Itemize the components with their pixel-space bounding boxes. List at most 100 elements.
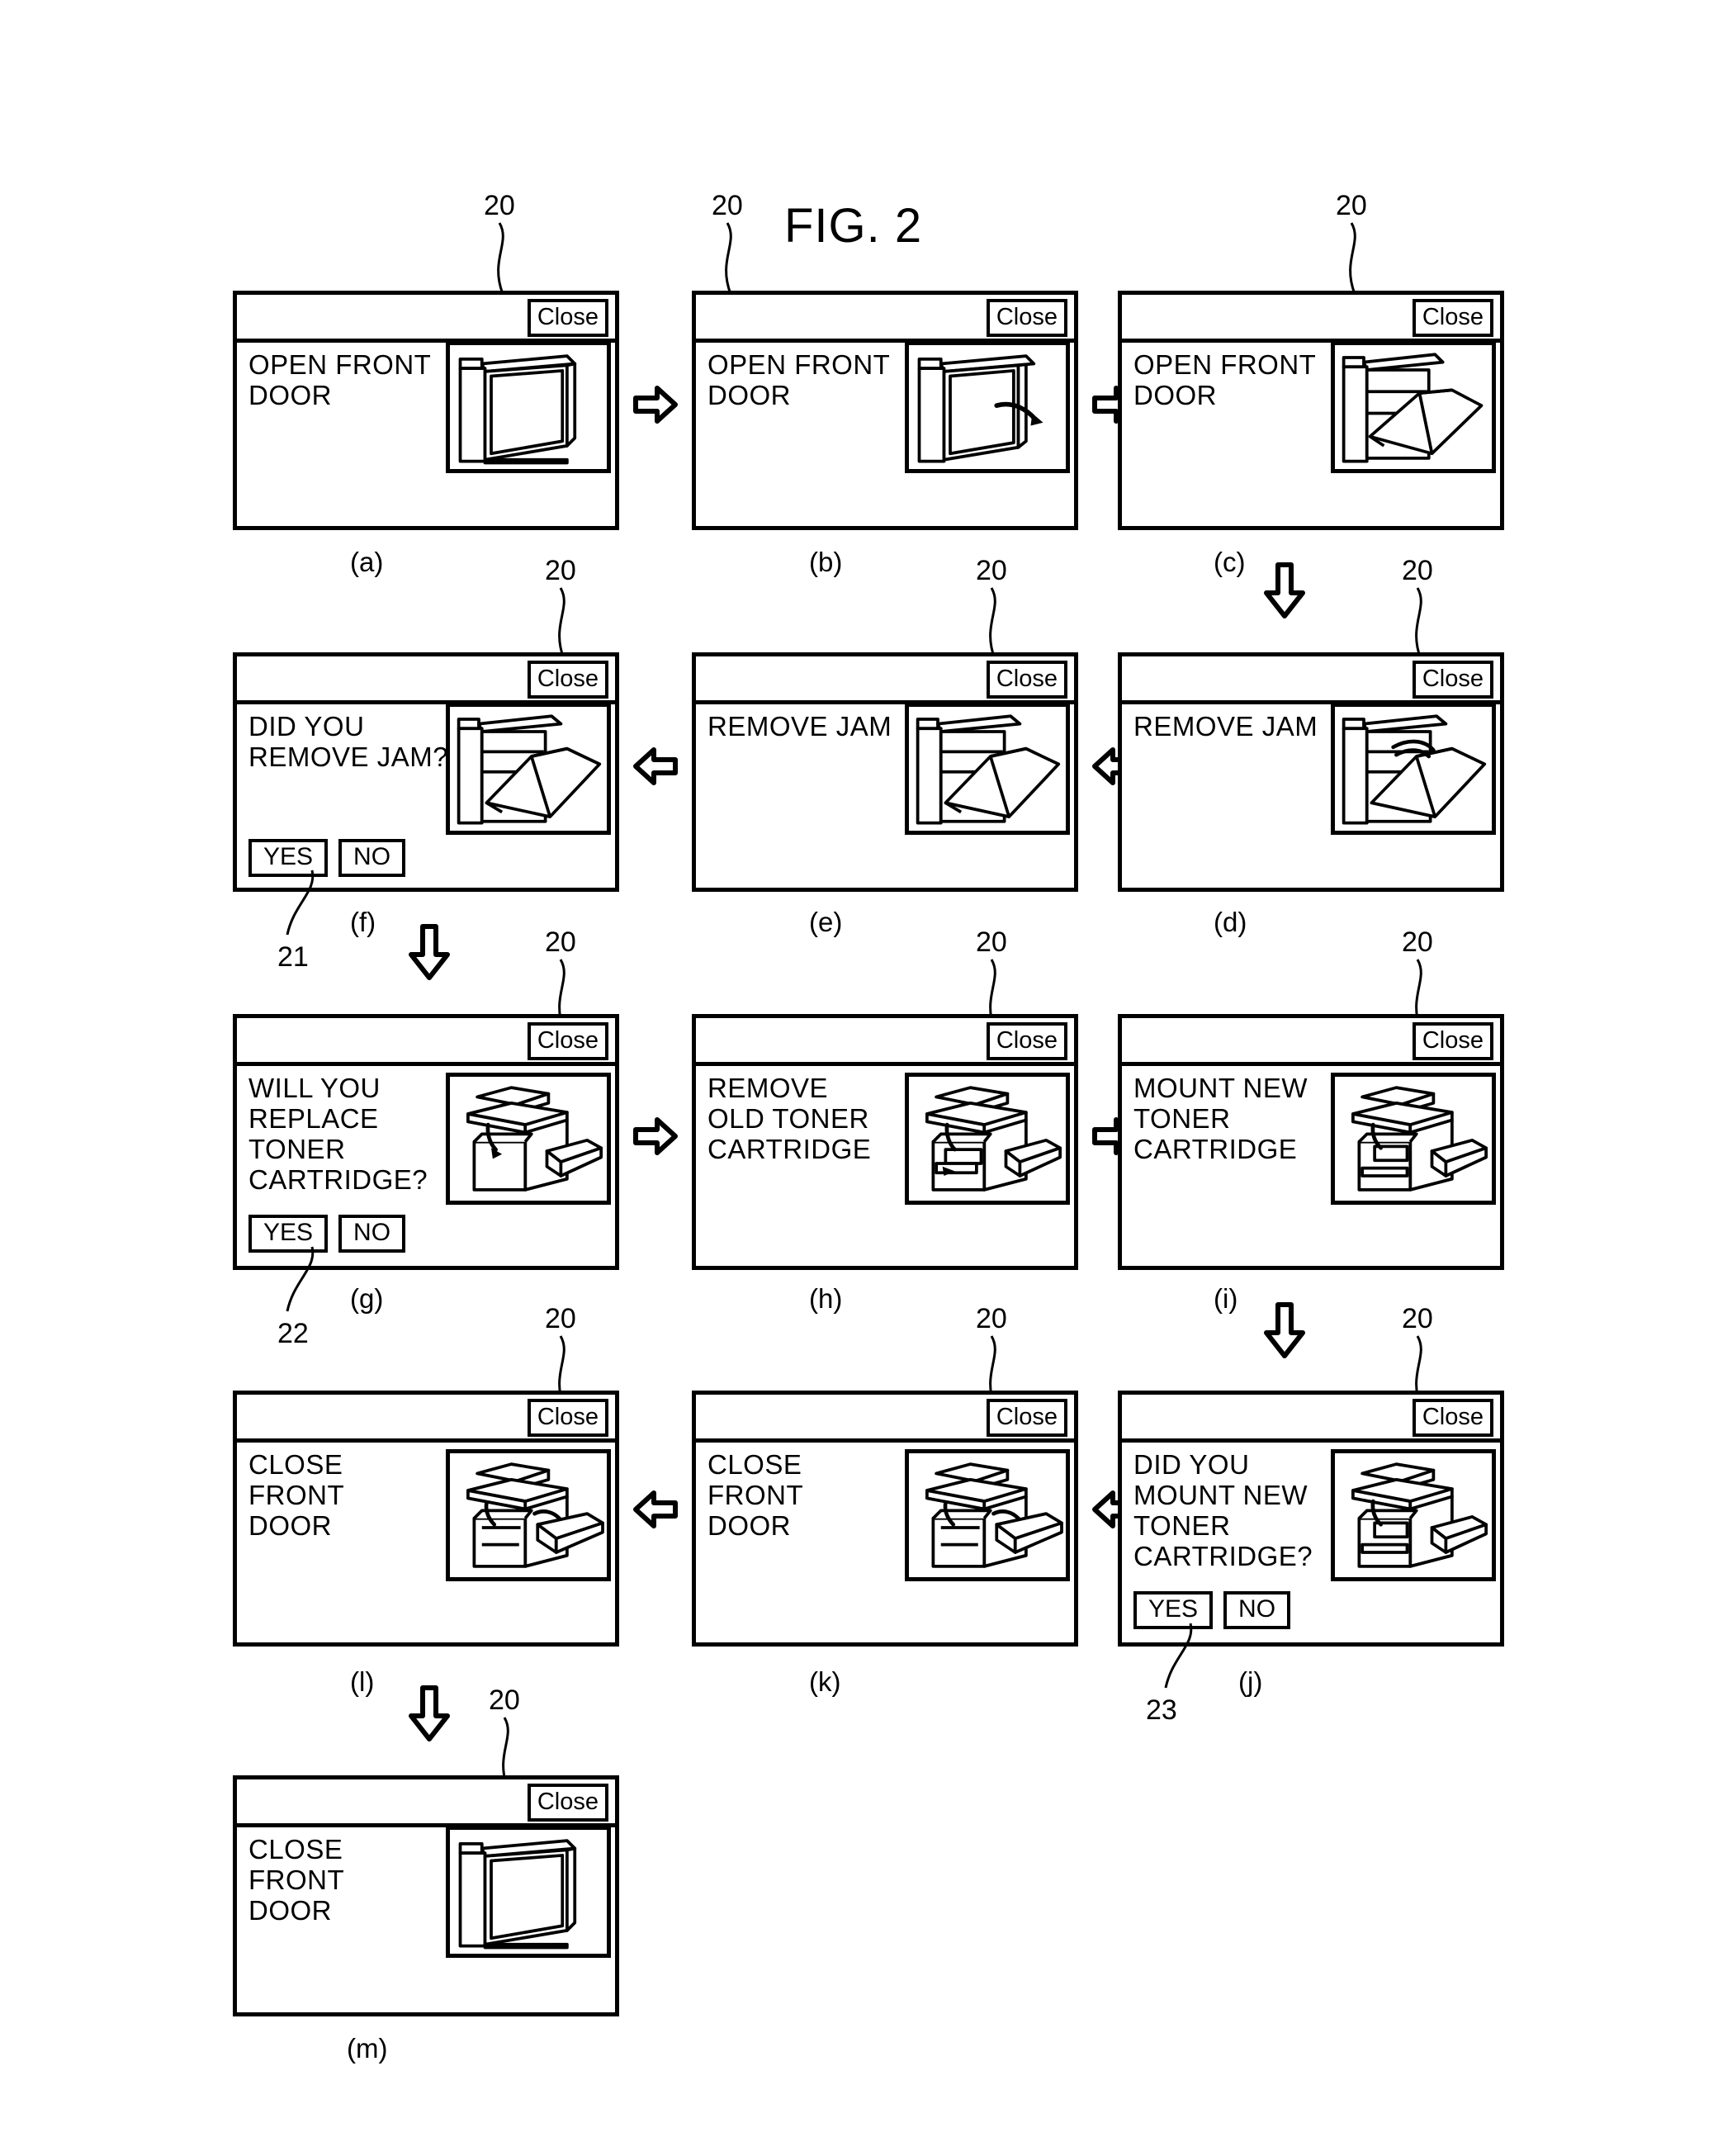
no-button-g[interactable]: NO	[338, 1215, 406, 1253]
yes-button-j[interactable]: YES	[1133, 1591, 1214, 1629]
printer-illustration-h	[905, 1073, 1070, 1205]
dialog-panel-j[interactable]: Close DID YOU MOUNT NEW TONER CARTRIDGE?…	[1118, 1391, 1504, 1647]
printer-illustration-b	[905, 341, 1070, 473]
panel-header-e: Close	[696, 656, 1074, 704]
no-button-f[interactable]: NO	[338, 839, 406, 877]
yes-button-g[interactable]: YES	[248, 1215, 329, 1253]
close-button-k[interactable]: Close	[986, 1399, 1067, 1437]
printer-illustration-l	[446, 1449, 611, 1581]
panel-body-a: OPEN FRONT DOOR	[237, 341, 615, 526]
instruction-text-j: DID YOU MOUNT NEW TONER CARTRIDGE?	[1133, 1449, 1313, 1571]
close-button-h[interactable]: Close	[986, 1022, 1067, 1060]
leader-line-20-e	[989, 587, 996, 660]
panel-body-i: MOUNT NEW TONER CARTRIDGE	[1122, 1066, 1500, 1266]
instruction-text-d: REMOVE JAM	[1133, 711, 1318, 742]
dialog-panel-f[interactable]: Close DID YOU REMOVE JAM? YES NO	[233, 652, 619, 892]
reference-numeral-20-e: 20	[976, 555, 1007, 586]
arrow-k-to-l	[632, 1486, 679, 1533]
yesno-group-g: YES NO	[248, 1215, 406, 1253]
no-button-j[interactable]: NO	[1223, 1591, 1291, 1629]
panel-body-f: DID YOU REMOVE JAM? YES NO	[237, 703, 615, 888]
panel-body-b: OPEN FRONT DOOR	[696, 341, 1074, 526]
instruction-text-g: WILL YOU REPLACE TONER CARTRIDGE?	[248, 1073, 428, 1195]
panel-caption-l: (l)	[350, 1666, 375, 1697]
leader-line-20-c	[1349, 222, 1356, 295]
printer-illustration-d	[1331, 703, 1496, 835]
panel-header-l: Close	[237, 1395, 615, 1443]
arrow-c-to-d	[1261, 562, 1308, 621]
close-button-b[interactable]: Close	[986, 299, 1067, 337]
panel-caption-h: (h)	[809, 1283, 843, 1314]
panel-body-m: CLOSE FRONT DOOR	[237, 1826, 615, 2012]
close-button-d[interactable]: Close	[1412, 661, 1493, 699]
reference-numeral-20-m: 20	[489, 1685, 520, 1716]
panel-body-e: REMOVE JAM	[696, 703, 1074, 888]
panel-header-m: Close	[237, 1779, 615, 1827]
instruction-text-f: DID YOU REMOVE JAM?	[248, 711, 449, 772]
panel-body-l: CLOSE FRONT DOOR	[237, 1443, 615, 1642]
leader-line-20-a	[497, 222, 504, 295]
instruction-text-m: CLOSE FRONT DOOR	[248, 1834, 345, 1926]
reference-numeral-21: 21	[277, 941, 309, 973]
dialog-panel-l[interactable]: Close CLOSE FRONT DOOR	[233, 1391, 619, 1647]
panel-header-k: Close	[696, 1395, 1074, 1443]
close-button-j[interactable]: Close	[1412, 1399, 1493, 1437]
close-button-m[interactable]: Close	[527, 1784, 608, 1822]
panel-caption-b: (b)	[809, 547, 843, 577]
panel-body-k: CLOSE FRONT DOOR	[696, 1443, 1074, 1642]
reference-numeral-20-j: 20	[1402, 1303, 1433, 1334]
panel-caption-g: (g)	[350, 1283, 384, 1314]
arrow-a-to-b	[632, 381, 679, 428]
reference-numeral-20-k: 20	[976, 1303, 1007, 1334]
close-button-a[interactable]: Close	[527, 299, 608, 337]
dialog-panel-a[interactable]: Close OPEN FRONT DOOR	[233, 291, 619, 530]
panel-header-b: Close	[696, 295, 1074, 343]
panel-caption-a: (a)	[350, 547, 384, 577]
panel-caption-k: (k)	[809, 1666, 841, 1697]
arrow-e-to-f	[632, 743, 679, 789]
panel-caption-f: (f)	[350, 907, 376, 937]
dialog-panel-i[interactable]: Close MOUNT NEW TONER CARTRIDGE	[1118, 1014, 1504, 1270]
dialog-panel-c[interactable]: Close OPEN FRONT DOOR	[1118, 291, 1504, 530]
printer-illustration-i	[1331, 1073, 1496, 1205]
printer-illustration-g	[446, 1073, 611, 1205]
leader-line-20-b	[725, 222, 732, 295]
panel-caption-c: (c)	[1214, 547, 1246, 577]
reference-numeral-20-l: 20	[545, 1303, 576, 1334]
close-button-f[interactable]: Close	[527, 661, 608, 699]
arrow-l-to-m	[406, 1685, 452, 1744]
leader-line-20-f	[558, 587, 566, 660]
panel-header-c: Close	[1122, 295, 1500, 343]
close-button-l[interactable]: Close	[527, 1399, 608, 1437]
printer-illustration-f	[446, 703, 611, 835]
instruction-text-e: REMOVE JAM	[707, 711, 892, 742]
arrow-g-to-h	[632, 1113, 679, 1159]
close-button-i[interactable]: Close	[1412, 1022, 1493, 1060]
instruction-text-h: REMOVE OLD TONER CARTRIDGE	[707, 1073, 872, 1164]
dialog-panel-d[interactable]: Close REMOVE JAM	[1118, 652, 1504, 892]
close-button-e[interactable]: Close	[986, 661, 1067, 699]
close-button-g[interactable]: Close	[527, 1022, 608, 1060]
yes-button-f[interactable]: YES	[248, 839, 329, 877]
panel-header-j: Close	[1122, 1395, 1500, 1443]
dialog-panel-e[interactable]: Close REMOVE JAM	[692, 652, 1078, 892]
dialog-panel-m[interactable]: Close CLOSE FRONT DOOR	[233, 1775, 619, 2016]
panel-header-h: Close	[696, 1018, 1074, 1066]
instruction-text-k: CLOSE FRONT DOOR	[707, 1449, 804, 1541]
reference-numeral-20-b: 20	[712, 190, 743, 221]
dialog-panel-h[interactable]: Close REMOVE OLD TONER CARTRIDGE	[692, 1014, 1078, 1270]
panel-header-a: Close	[237, 295, 615, 343]
close-button-c[interactable]: Close	[1412, 299, 1493, 337]
reference-numeral-22: 22	[277, 1318, 309, 1349]
panel-caption-e: (e)	[809, 907, 843, 937]
reference-numeral-20-c: 20	[1336, 190, 1367, 221]
panel-caption-m: (m)	[347, 2033, 388, 2064]
panel-body-j: DID YOU MOUNT NEW TONER CARTRIDGE? YES N…	[1122, 1443, 1500, 1642]
dialog-panel-b[interactable]: Close OPEN FRONT DOOR	[692, 291, 1078, 530]
dialog-panel-g[interactable]: Close WILL YOU REPLACE TONER CARTRIDGE? …	[233, 1014, 619, 1270]
dialog-panel-k[interactable]: Close CLOSE FRONT DOOR	[692, 1391, 1078, 1647]
reference-numeral-23: 23	[1146, 1694, 1177, 1726]
arrow-f-to-g	[406, 923, 452, 983]
instruction-text-c: OPEN FRONT DOOR	[1133, 349, 1317, 410]
panel-body-g: WILL YOU REPLACE TONER CARTRIDGE? YES NO	[237, 1066, 615, 1266]
